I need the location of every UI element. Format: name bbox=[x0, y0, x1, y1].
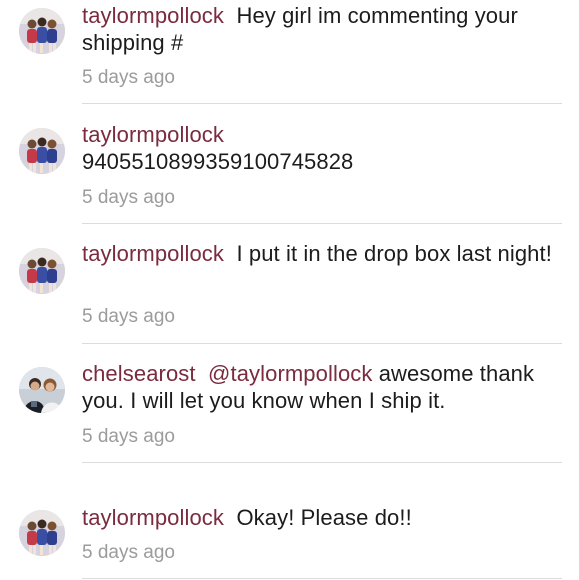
timestamp: 5 days ago bbox=[82, 426, 175, 447]
timestamp: 5 days ago bbox=[82, 306, 175, 327]
comment-body: taylormpollock Okay! Please do!! bbox=[82, 504, 552, 531]
divider bbox=[82, 343, 562, 344]
comment-thread: taylormpollock Hey girl im commenting yo… bbox=[0, 0, 580, 580]
avatar[interactable] bbox=[19, 510, 65, 556]
username-link[interactable]: taylormpollock bbox=[82, 121, 552, 148]
timestamp: 5 days ago bbox=[82, 187, 175, 208]
avatar[interactable] bbox=[19, 367, 65, 413]
username-link[interactable]: chelsearost bbox=[82, 361, 196, 386]
timestamp: 5 days ago bbox=[82, 542, 175, 563]
comment-body: chelsearost @taylormpollock awesome than… bbox=[82, 360, 552, 414]
timestamp: 5 days ago bbox=[82, 67, 175, 88]
group-photo-avatar-icon bbox=[19, 248, 65, 294]
username-link[interactable]: taylormpollock bbox=[82, 3, 224, 28]
couple-photo-avatar-icon bbox=[19, 367, 65, 413]
avatar[interactable] bbox=[19, 8, 65, 54]
divider bbox=[82, 462, 562, 463]
divider bbox=[82, 578, 562, 579]
divider bbox=[82, 223, 562, 224]
username-link[interactable]: taylormpollock bbox=[82, 505, 224, 530]
group-photo-avatar-icon bbox=[19, 510, 65, 556]
comment-body: taylormpollock I put it in the drop box … bbox=[82, 240, 552, 267]
comment-text: Okay! Please do!! bbox=[236, 505, 412, 530]
comment-body: taylormpollock 9405510899359100745828 bbox=[82, 121, 552, 175]
username-link[interactable]: taylormpollock bbox=[82, 241, 224, 266]
divider bbox=[82, 103, 562, 104]
comment-text: I put it in the drop box last night! bbox=[236, 241, 552, 266]
avatar[interactable] bbox=[19, 128, 65, 174]
mention-link[interactable]: @taylormpollock bbox=[208, 361, 372, 386]
comment-body: taylormpollock Hey girl im commenting yo… bbox=[82, 2, 552, 56]
avatar[interactable] bbox=[19, 248, 65, 294]
comment-text: 9405510899359100745828 bbox=[82, 149, 354, 174]
group-photo-avatar-icon bbox=[19, 128, 65, 174]
group-photo-avatar-icon bbox=[19, 8, 65, 54]
